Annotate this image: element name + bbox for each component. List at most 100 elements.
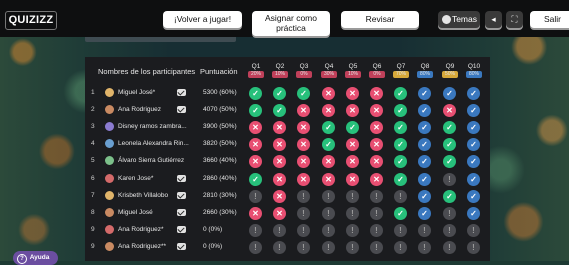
- answer-cell[interactable]: ✓: [322, 121, 335, 134]
- answer-cell[interactable]: ✕: [322, 173, 335, 186]
- answer-cell[interactable]: ✕: [249, 138, 262, 151]
- answer-cell[interactable]: !: [443, 241, 456, 254]
- answer-cell[interactable]: ✓: [249, 87, 262, 100]
- answer-cell[interactable]: ✕: [273, 121, 286, 134]
- answer-cell[interactable]: !: [443, 224, 456, 237]
- participant-name[interactable]: Miguel José: [118, 209, 153, 216]
- mail-icon[interactable]: [177, 175, 186, 182]
- participant-name[interactable]: Krisbeth Villalobo: [118, 192, 168, 199]
- answer-cell[interactable]: ✕: [273, 155, 286, 168]
- answer-cell[interactable]: !: [346, 241, 359, 254]
- answer-cell[interactable]: ✓: [273, 104, 286, 117]
- answer-cell[interactable]: ✓: [467, 87, 480, 100]
- answer-cell[interactable]: ✓: [249, 104, 262, 117]
- participant-name[interactable]: Disney ramos zambra...: [118, 123, 187, 130]
- mail-icon[interactable]: [177, 192, 186, 199]
- help-button[interactable]: ? Ayuda: [13, 251, 58, 265]
- exit-button[interactable]: Salir: [530, 11, 569, 28]
- answer-cell[interactable]: ✓: [467, 138, 480, 151]
- answer-cell[interactable]: !: [297, 207, 310, 220]
- themes-button[interactable]: Temas: [438, 11, 480, 28]
- answer-cell[interactable]: !: [394, 190, 407, 203]
- answer-cell[interactable]: !: [297, 224, 310, 237]
- answer-cell[interactable]: ✓: [394, 173, 407, 186]
- answer-cell[interactable]: !: [322, 207, 335, 220]
- answer-cell[interactable]: !: [370, 207, 383, 220]
- mail-icon[interactable]: [177, 106, 186, 113]
- answer-cell[interactable]: ✕: [346, 138, 359, 151]
- answer-cell[interactable]: ✕: [370, 173, 383, 186]
- answer-cell[interactable]: ✓: [394, 87, 407, 100]
- answer-cell[interactable]: !: [322, 190, 335, 203]
- answer-cell[interactable]: ✕: [273, 207, 286, 220]
- answer-cell[interactable]: ✓: [249, 173, 262, 186]
- mail-icon[interactable]: [177, 243, 186, 250]
- answer-cell[interactable]: ✕: [297, 155, 310, 168]
- answer-cell[interactable]: ✕: [273, 190, 286, 203]
- answer-cell[interactable]: !: [249, 224, 262, 237]
- answer-cell[interactable]: ✕: [297, 121, 310, 134]
- participant-name[interactable]: Ana Rodriguez*: [118, 226, 164, 233]
- answer-cell[interactable]: ✓: [467, 173, 480, 186]
- answer-cell[interactable]: ✓: [467, 207, 480, 220]
- answer-cell[interactable]: !: [346, 224, 359, 237]
- answer-cell[interactable]: !: [443, 207, 456, 220]
- answer-cell[interactable]: ✓: [443, 121, 456, 134]
- answer-cell[interactable]: ✓: [418, 138, 431, 151]
- answer-cell[interactable]: !: [249, 241, 262, 254]
- answer-cell[interactable]: !: [322, 224, 335, 237]
- answer-cell[interactable]: !: [370, 241, 383, 254]
- answer-cell[interactable]: !: [346, 190, 359, 203]
- answer-cell[interactable]: ✓: [394, 138, 407, 151]
- answer-cell[interactable]: ✕: [370, 121, 383, 134]
- answer-cell[interactable]: ✕: [249, 121, 262, 134]
- fullscreen-button[interactable]: ⛶: [506, 11, 523, 28]
- answer-cell[interactable]: ✕: [297, 138, 310, 151]
- answer-cell[interactable]: ✕: [346, 104, 359, 117]
- answer-cell[interactable]: ✕: [322, 87, 335, 100]
- answer-cell[interactable]: ✕: [322, 155, 335, 168]
- answer-cell[interactable]: !: [346, 207, 359, 220]
- answer-cell[interactable]: ✕: [249, 155, 262, 168]
- answer-cell[interactable]: ✓: [418, 155, 431, 168]
- participant-name[interactable]: Miguel José*: [118, 89, 155, 96]
- answer-cell[interactable]: ✕: [370, 87, 383, 100]
- answer-cell[interactable]: ✓: [394, 155, 407, 168]
- answer-cell[interactable]: !: [394, 241, 407, 254]
- answer-cell[interactable]: ✓: [443, 138, 456, 151]
- participant-name[interactable]: Ana Rodriguez: [118, 106, 161, 113]
- answer-cell[interactable]: !: [249, 190, 262, 203]
- answer-cell[interactable]: ✓: [394, 104, 407, 117]
- answer-cell[interactable]: ✕: [370, 138, 383, 151]
- answer-cell[interactable]: ✓: [418, 104, 431, 117]
- play-again-button[interactable]: ¡Volver a jugar!: [163, 11, 242, 28]
- mail-icon[interactable]: [177, 89, 186, 96]
- answer-cell[interactable]: !: [394, 224, 407, 237]
- answer-cell[interactable]: ✕: [297, 104, 310, 117]
- review-button[interactable]: Revisar: [341, 11, 419, 28]
- answer-cell[interactable]: ✓: [467, 104, 480, 117]
- answer-cell[interactable]: !: [443, 173, 456, 186]
- answer-cell[interactable]: ✕: [346, 173, 359, 186]
- answer-cell[interactable]: ✓: [322, 138, 335, 151]
- answer-cell[interactable]: ✓: [418, 190, 431, 203]
- mail-icon[interactable]: [177, 209, 186, 216]
- answer-cell[interactable]: ✕: [370, 155, 383, 168]
- answer-cell[interactable]: ✓: [418, 87, 431, 100]
- answer-cell[interactable]: ✕: [346, 87, 359, 100]
- sound-button[interactable]: ◂: [485, 11, 502, 28]
- answer-cell[interactable]: !: [370, 190, 383, 203]
- assign-practice-button[interactable]: Asignar como práctica: [252, 11, 330, 36]
- participant-name[interactable]: Álvaro Sierra Gutiérrez: [118, 157, 184, 164]
- answer-cell[interactable]: ✕: [249, 207, 262, 220]
- participant-name[interactable]: Leonela Alexandra Rin...: [118, 140, 189, 147]
- answer-cell[interactable]: ✕: [297, 173, 310, 186]
- answer-cell[interactable]: ✓: [467, 155, 480, 168]
- answer-cell[interactable]: !: [273, 224, 286, 237]
- answer-cell[interactable]: !: [467, 224, 480, 237]
- answer-cell[interactable]: !: [297, 241, 310, 254]
- participant-name[interactable]: Ana Rodriguez**: [118, 243, 166, 250]
- answer-cell[interactable]: ✓: [443, 190, 456, 203]
- answer-cell[interactable]: ✓: [418, 121, 431, 134]
- answer-cell[interactable]: ✓: [346, 121, 359, 134]
